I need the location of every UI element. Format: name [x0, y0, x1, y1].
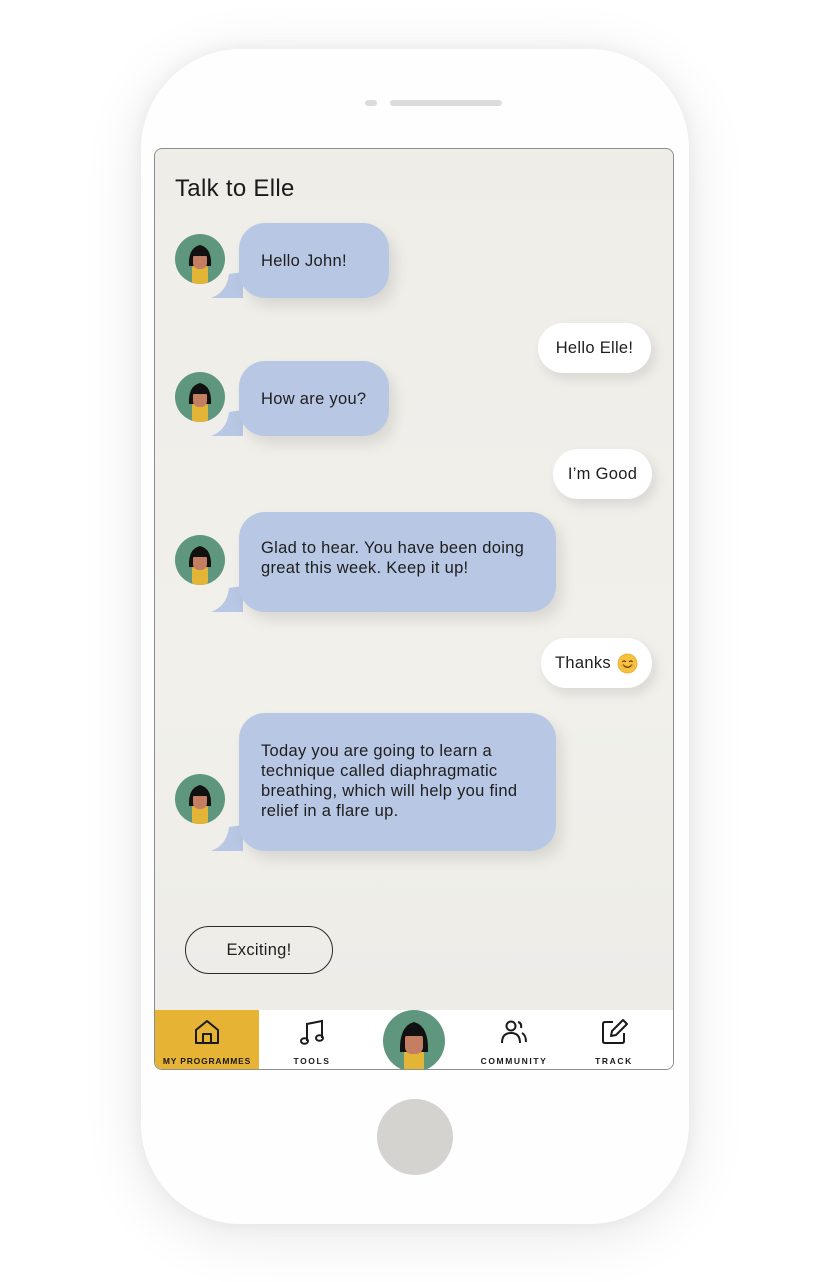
bubble-tail — [211, 410, 243, 436]
elle-message-bubble: Hello John! — [239, 223, 389, 298]
message-text: Thanks — [555, 653, 611, 672]
message-text: Today you are going to learn a technique… — [261, 742, 518, 820]
smiling-face-emoji — [617, 653, 638, 673]
tab-my-programmes[interactable]: MY PROGRAMMES — [155, 1010, 259, 1069]
elle-avatar-tab-button[interactable] — [383, 1010, 445, 1069]
quick-reply-button[interactable]: Exciting! — [185, 926, 333, 974]
message-text: How are you? — [261, 389, 367, 408]
message-text: Hello John! — [261, 251, 347, 270]
elle-message-bubble: How are you? — [239, 361, 389, 436]
camera-dot — [365, 100, 377, 106]
elle-avatar — [175, 774, 225, 824]
user-message-bubble: Thanks — [541, 638, 652, 688]
chat-screen: Talk to Elle Hello John! Hello Elle! How… — [154, 148, 674, 1070]
tab-label: TOOLS — [293, 1056, 331, 1066]
bubble-tail — [211, 586, 243, 612]
home-button[interactable] — [377, 1099, 453, 1175]
bubble-tail — [211, 825, 243, 851]
tab-label: TRACK — [595, 1056, 633, 1066]
tab-community[interactable]: COMMUNITY — [475, 1010, 553, 1069]
stage: Talk to Elle Hello John! Hello Elle! How… — [0, 0, 828, 1282]
tab-tools[interactable]: TOOLS — [285, 1010, 339, 1069]
bottom-tab-bar: MY PROGRAMMES TOOLS COMMUNITY TRACK — [155, 1010, 673, 1069]
tab-track[interactable]: TRACK — [589, 1010, 639, 1069]
music-note-icon — [300, 1019, 324, 1045]
elle-avatar — [175, 535, 225, 585]
tab-label: MY PROGRAMMES — [162, 1056, 252, 1066]
page-title: Talk to Elle — [175, 175, 295, 202]
bubble-tail — [211, 272, 243, 298]
message-text: Hello Elle! — [555, 338, 634, 357]
message-text: Glad to hear. You have been doing great … — [261, 539, 525, 577]
elle-message-bubble: Today you are going to learn a technique… — [239, 713, 556, 851]
speaker-grille — [390, 100, 502, 106]
user-message-bubble: Hello Elle! — [538, 323, 651, 373]
edit-icon — [602, 1019, 628, 1044]
home-icon — [195, 1020, 219, 1044]
message-text: I’m Good — [567, 464, 638, 483]
user-message-bubble: I’m Good — [553, 449, 652, 499]
elle-message-bubble: Glad to hear. You have been doing great … — [239, 512, 556, 612]
tab-label: COMMUNITY — [480, 1056, 548, 1066]
people-icon — [501, 1020, 527, 1044]
